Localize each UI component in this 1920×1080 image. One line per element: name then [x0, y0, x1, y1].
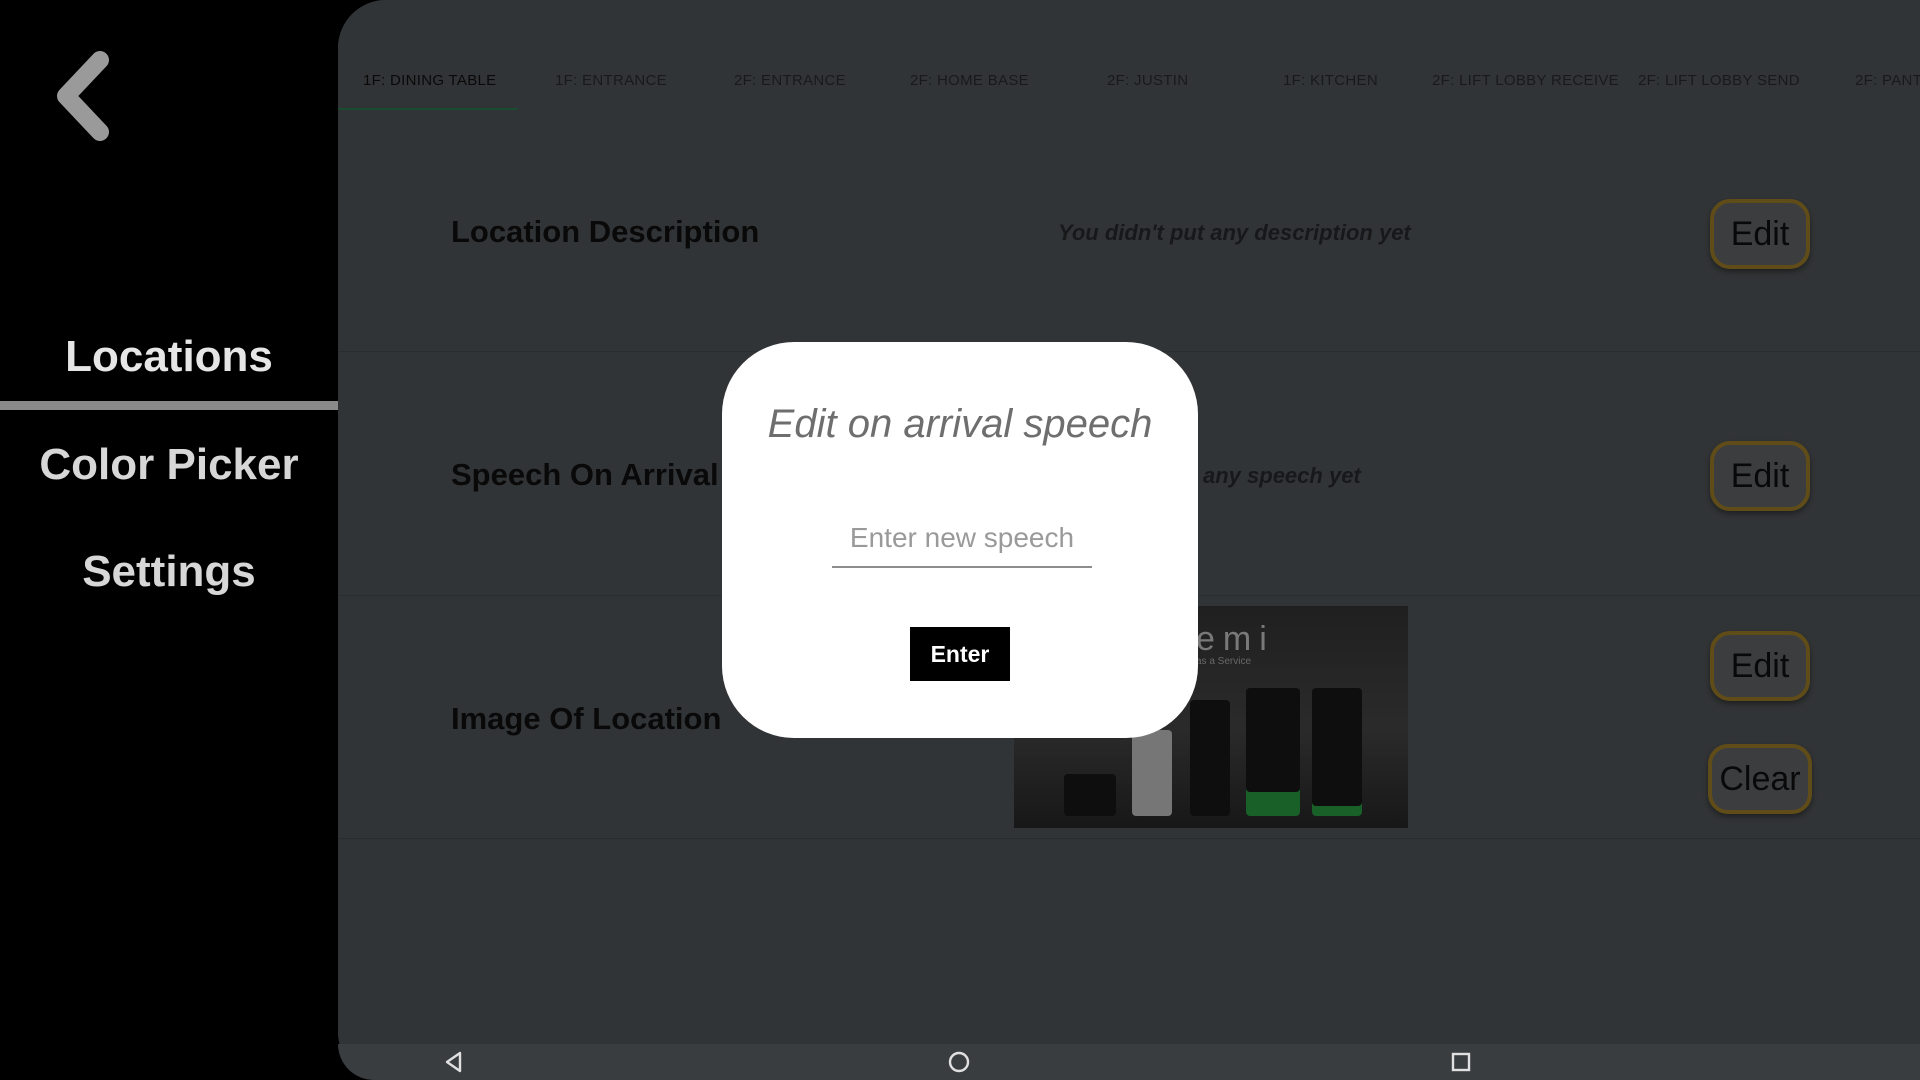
tab-1f-entrance[interactable]: 1F: Entrance [555, 72, 667, 89]
row-label: Image Of Location [451, 701, 722, 736]
tab-1f-kitchen[interactable]: 1F: Kitchen [1283, 72, 1378, 89]
enter-button[interactable]: Enter [910, 627, 1010, 681]
triangle-back-icon[interactable] [442, 1050, 466, 1074]
sidebar-item-settings[interactable]: Settings [0, 547, 338, 597]
image-logo-subtext: as a Service [1196, 656, 1252, 667]
edit-description-button[interactable]: Edit [1710, 199, 1810, 269]
edit-image-button[interactable]: Edit [1710, 631, 1810, 701]
tab-2f-pant[interactable]: 2F: Pant [1855, 72, 1920, 89]
system-nav-bar [338, 1044, 1920, 1080]
sidebar-item-color-picker[interactable]: Color Picker [0, 440, 338, 490]
tab-2f-home-base[interactable]: 2F: Home Base [910, 72, 1029, 89]
tab-2f-entrance[interactable]: 2F: Entrance [734, 72, 846, 89]
tab-2f-justin[interactable]: 2F: Justin [1107, 72, 1188, 89]
row-label: Location Description [451, 214, 760, 249]
row-location-description: Location Description You didn't put any … [338, 111, 1920, 352]
location-tabs: 1F: Dining Table 1F: Entrance 2F: Entran… [338, 0, 1920, 110]
app-root: Locations Color Picker Settings 1F: Dini… [0, 0, 1920, 1080]
chevron-left-icon [57, 51, 109, 141]
dialog-title: Edit on arrival speech [767, 402, 1153, 446]
sidebar: Locations Color Picker Settings [0, 0, 338, 1080]
image-logo-text: emi [1196, 620, 1275, 658]
edit-speech-dialog: Edit on arrival speech Enter [722, 342, 1198, 738]
tab-active-indicator [338, 108, 518, 110]
clear-image-button[interactable]: Clear [1708, 744, 1812, 814]
tab-1f-dining-table[interactable]: 1F: Dining Table [363, 72, 496, 89]
sidebar-item-locations[interactable]: Locations [0, 332, 338, 382]
robot-figure [1312, 688, 1362, 816]
robot-figure [1064, 774, 1116, 816]
description-value: You didn't put any description yet [1058, 220, 1411, 245]
robot-figure [1246, 688, 1300, 816]
robot-figure [1190, 700, 1230, 816]
sidebar-active-indicator [0, 401, 338, 410]
row-label: Speech On Arrival [451, 457, 719, 492]
circle-home-icon[interactable] [947, 1050, 971, 1074]
tab-2f-lift-lobby-receive[interactable]: 2F: Lift Lobby Receive [1432, 72, 1619, 89]
edit-speech-button[interactable]: Edit [1710, 441, 1810, 511]
square-recents-icon[interactable] [1449, 1050, 1473, 1074]
robot-figure [1132, 730, 1172, 816]
speech-input[interactable] [832, 510, 1092, 568]
speech-value: any speech yet [1203, 463, 1361, 488]
tab-2f-lift-lobby-send[interactable]: 2F: Lift Lobby Send [1638, 72, 1800, 89]
back-button[interactable] [48, 48, 120, 144]
